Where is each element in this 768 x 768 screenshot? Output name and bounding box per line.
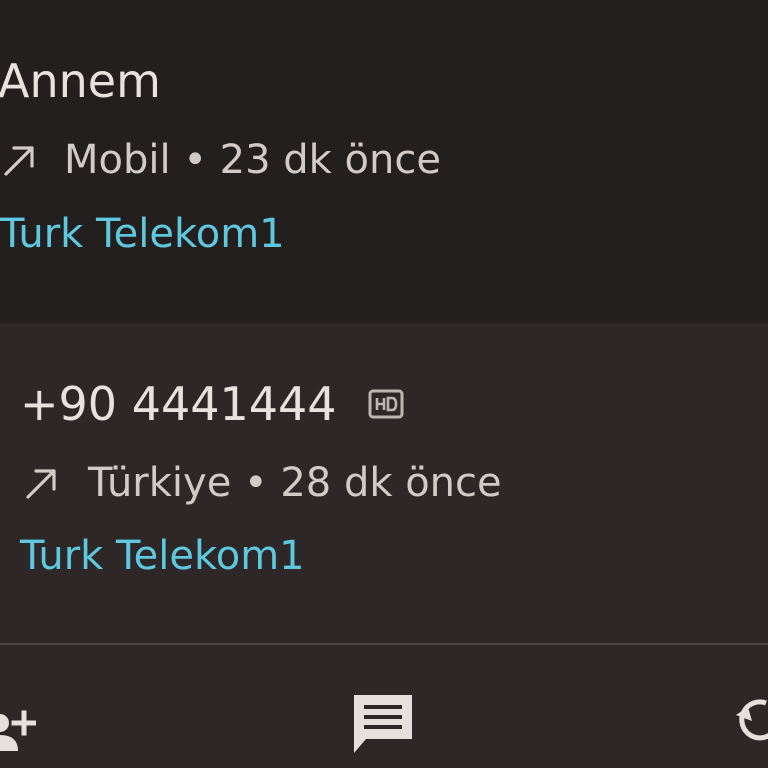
add-contact-icon[interactable] [0,701,36,755]
divider [0,643,768,645]
outgoing-call-arrow-icon [4,146,34,176]
call-details: Türkiye • 28 dk önce [22,463,502,503]
call-log-entry-expanded[interactable]: +90 4441444 Türkiye • 28 dk önce Turk Te… [0,323,768,768]
caller-number: +90 4441444 [20,377,337,431]
carrier-label: Turk Telekom1 [0,211,285,257]
call-back-icon[interactable] [730,691,768,751]
call-details: Mobil • 23 dk önce [0,140,441,180]
hd-icon [368,389,404,419]
call-detail-text: Türkiye • 28 dk önce [88,460,502,506]
caller-name: Annem [0,54,161,108]
caller-row: +90 4441444 [20,381,405,427]
call-log-entry[interactable]: Annem Mobil • 23 dk önce Turk Telekom1 [0,0,768,323]
call-detail-text: Mobil • 23 dk önce [64,137,441,183]
message-icon[interactable] [348,689,418,759]
outgoing-call-arrow-icon [26,469,56,499]
call-log-screen: Annem Mobil • 23 dk önce Turk Telekom1 +… [0,0,768,768]
carrier-label: Turk Telekom1 [20,533,305,579]
